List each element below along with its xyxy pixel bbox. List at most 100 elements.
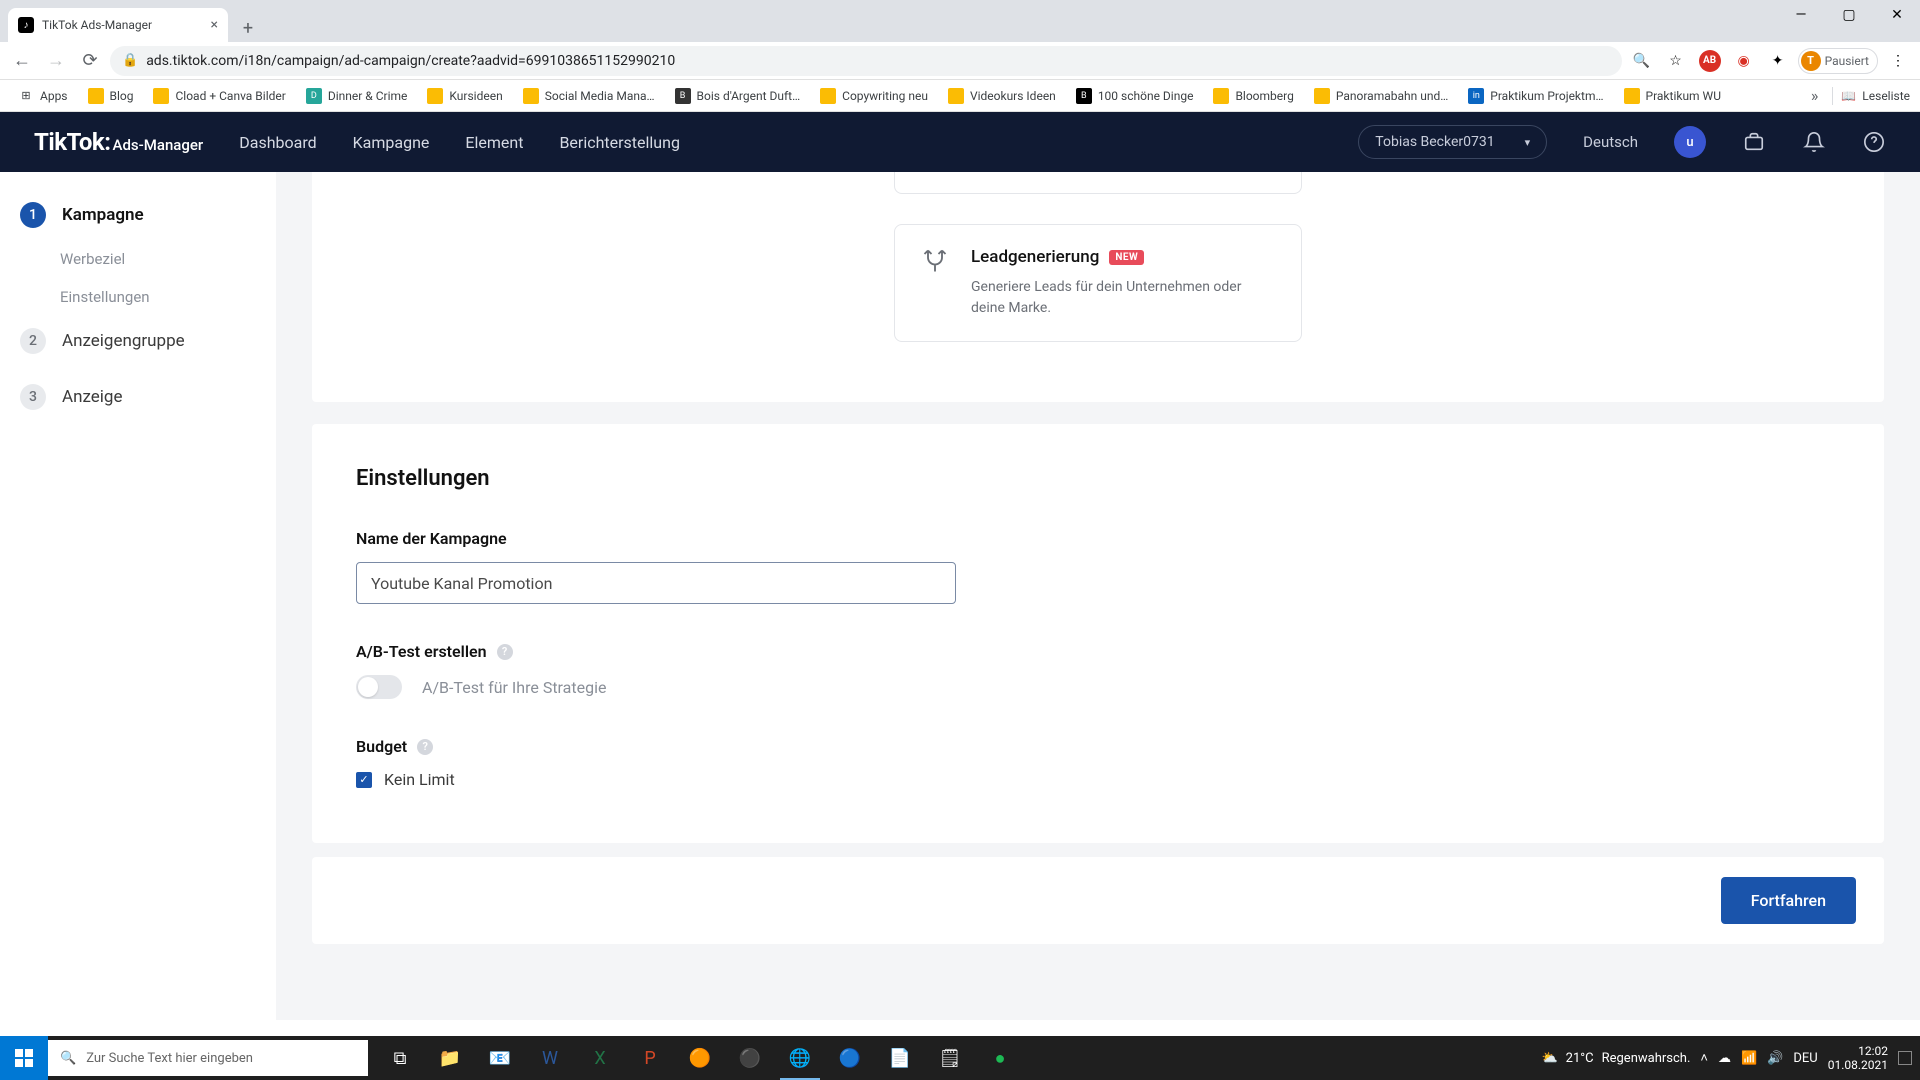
step-number: 2 — [20, 328, 46, 354]
explorer-icon[interactable]: 📁 — [426, 1036, 474, 1080]
no-limit-checkbox[interactable]: ✓ — [356, 772, 372, 788]
avatar[interactable]: u — [1674, 126, 1706, 158]
step-kampagne[interactable]: 1 Kampagne — [0, 190, 276, 240]
app-icon[interactable]: 🗒 — [926, 1036, 974, 1080]
task-view-icon[interactable]: ⧉ — [376, 1036, 424, 1080]
onedrive-icon[interactable]: ☁ — [1718, 1051, 1731, 1066]
minimize-icon[interactable]: — — [1778, 0, 1824, 30]
help-icon[interactable]: ? — [417, 739, 433, 755]
bookmark-item[interactable]: Copywriting neu — [812, 84, 936, 108]
bookmark-item[interactable]: Social Media Mana… — [515, 84, 663, 108]
bookmark-item[interactable]: DDinner & Crime — [298, 84, 416, 108]
close-icon[interactable]: × — [211, 17, 218, 33]
excel-icon[interactable]: X — [576, 1036, 624, 1080]
tray-chevron-icon[interactable]: ˄ — [1700, 1050, 1708, 1066]
bookmark-item[interactable]: Praktikum WU — [1616, 84, 1729, 108]
reading-list-button[interactable]: 📖Leseliste — [1841, 89, 1910, 103]
chrome-icon[interactable]: 🌐 — [776, 1036, 824, 1080]
nav-dashboard[interactable]: Dashboard — [239, 133, 316, 152]
browser-tab[interactable]: ♪ TikTok Ads-Manager × — [8, 8, 228, 42]
abtest-sublabel: A/B-Test für Ihre Strategie — [422, 678, 606, 697]
bell-icon[interactable] — [1802, 130, 1826, 154]
notification-icon[interactable] — [1898, 1051, 1912, 1065]
close-window-icon[interactable]: ✕ — [1874, 0, 1920, 30]
objective-leadgen-card[interactable]: Leadgenerierung NEW Generiere Leads für … — [894, 224, 1302, 342]
help-icon[interactable]: ? — [497, 644, 513, 660]
bookmark-item[interactable]: BBois d'Argent Duft… — [667, 84, 809, 108]
step-anzeigengruppe[interactable]: 2 Anzeigengruppe — [0, 316, 276, 366]
bookmark-item[interactable]: B100 schöne Dinge — [1068, 84, 1202, 108]
volume-icon[interactable]: 🔊 — [1767, 1051, 1783, 1066]
language-indicator[interactable]: DEU — [1793, 1051, 1817, 1066]
powerpoint-icon[interactable]: P — [626, 1036, 674, 1080]
app-header: TikTok: Ads-Manager Dashboard Kampagne E… — [0, 112, 1920, 172]
nav-bericht[interactable]: Berichterstellung — [559, 133, 680, 152]
profile-status: Pausiert — [1825, 54, 1869, 68]
system-tray[interactable]: ˄ ☁ 📶 🔊 DEU — [1700, 1050, 1817, 1066]
bookmarks-overflow[interactable]: » — [1805, 86, 1825, 105]
zoom-icon[interactable]: 🔍 — [1628, 47, 1656, 75]
mail-icon[interactable]: 📧 — [476, 1036, 524, 1080]
taskbar-search[interactable]: 🔍 Zur Suche Text hier eingeben — [48, 1040, 368, 1076]
maximize-icon[interactable]: ▢ — [1826, 0, 1872, 30]
new-tab-button[interactable]: + — [234, 14, 262, 42]
campaign-name-input[interactable] — [356, 562, 956, 604]
weather-text: Regenwahrsch. — [1602, 1051, 1691, 1066]
budget-label: Budget ? — [356, 737, 1840, 756]
lock-icon: 🔒 — [122, 53, 138, 68]
abtest-label: A/B-Test erstellen ? — [356, 642, 1840, 661]
nav-kampagne[interactable]: Kampagne — [353, 133, 430, 152]
browser-toolbar: ← → ⟳ 🔒 ads.tiktok.com/i18n/campaign/ad-… — [0, 42, 1920, 80]
word-icon[interactable]: W — [526, 1036, 574, 1080]
logo-sub: Ads-Manager — [113, 136, 204, 154]
separator — [1832, 87, 1833, 105]
taskbar: 🔍 Zur Suche Text hier eingeben ⧉ 📁 📧 W X… — [0, 1036, 1920, 1080]
obs-icon[interactable]: ⚫ — [726, 1036, 774, 1080]
reload-icon[interactable]: ⟳ — [76, 47, 104, 75]
extension-icon[interactable]: ◉ — [1730, 47, 1758, 75]
substep-einstellungen[interactable]: Einstellungen — [0, 278, 276, 316]
search-icon: 🔍 — [60, 1051, 76, 1066]
app-icon[interactable]: 📄 — [876, 1036, 924, 1080]
extensions-menu-icon[interactable]: ✦ — [1764, 47, 1792, 75]
leadgen-desc: Generiere Leads für dein Unternehmen ode… — [971, 277, 1275, 319]
user-name: Tobias Becker0731 — [1375, 134, 1494, 150]
app-icon[interactable]: 🟠 — [676, 1036, 724, 1080]
address-bar[interactable]: 🔒 ads.tiktok.com/i18n/campaign/ad-campai… — [110, 46, 1622, 76]
sidebar: 1 Kampagne Werbeziel Einstellungen 2 Anz… — [0, 172, 276, 1020]
step-anzeige[interactable]: 3 Anzeige — [0, 372, 276, 422]
nav-element[interactable]: Element — [465, 133, 523, 152]
bookmark-item[interactable]: Cload + Canva Bilder — [145, 84, 293, 108]
spotify-icon[interactable]: ● — [976, 1036, 1024, 1080]
briefcase-icon[interactable] — [1742, 130, 1766, 154]
continue-button[interactable]: Fortfahren — [1721, 877, 1856, 924]
bookmark-item[interactable]: Kursideen — [419, 84, 510, 108]
edge-icon[interactable]: 🔵 — [826, 1036, 874, 1080]
extension-adblock-icon[interactable]: AB — [1696, 47, 1724, 75]
logo[interactable]: TikTok: Ads-Manager — [34, 128, 203, 156]
bookmark-item[interactable]: Bloomberg — [1205, 84, 1301, 108]
language-selector[interactable]: Deutsch — [1583, 133, 1638, 151]
profile-button[interactable]: T Pausiert — [1798, 48, 1878, 74]
bookmark-apps[interactable]: ⊞Apps — [10, 84, 76, 108]
bookmark-item[interactable]: Panoramabahn und… — [1306, 84, 1456, 108]
start-button[interactable] — [0, 1036, 48, 1080]
clock[interactable]: 12:02 01.08.2021 — [1828, 1044, 1888, 1073]
menu-icon[interactable]: ⋮ — [1884, 47, 1912, 75]
bookmark-item[interactable]: Blog — [80, 84, 142, 108]
substep-werbeziel[interactable]: Werbeziel — [0, 240, 276, 278]
abtest-toggle[interactable] — [356, 675, 402, 699]
bookmark-item[interactable]: Videokurs Ideen — [940, 84, 1064, 108]
step-number: 3 — [20, 384, 46, 410]
weather-icon: ⛅ — [1541, 1051, 1557, 1066]
forward-icon[interactable]: → — [42, 47, 70, 75]
objective-card-partial[interactable] — [894, 172, 1302, 194]
star-icon[interactable]: ☆ — [1662, 47, 1690, 75]
bookmark-item[interactable]: inPraktikum Projektm… — [1460, 84, 1611, 108]
help-icon[interactable] — [1862, 130, 1886, 154]
toggle-knob — [358, 677, 378, 697]
user-dropdown[interactable]: Tobias Becker0731 ▾ — [1358, 125, 1547, 159]
back-icon[interactable]: ← — [8, 47, 36, 75]
weather-widget[interactable]: ⛅ 21°C Regenwahrsch. — [1541, 1051, 1690, 1066]
wifi-icon[interactable]: 📶 — [1741, 1051, 1757, 1066]
